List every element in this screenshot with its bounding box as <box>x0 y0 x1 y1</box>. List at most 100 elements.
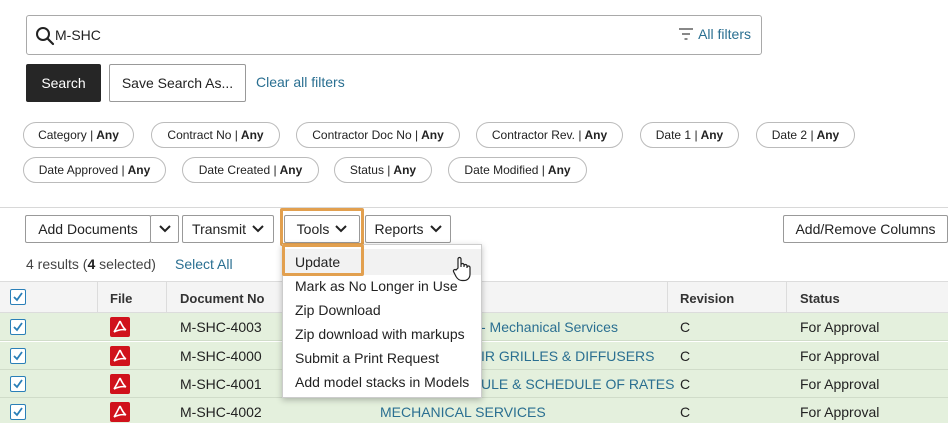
chip-value: Any <box>240 128 264 142</box>
checkbox-checked-icon <box>13 292 23 302</box>
section-divider <box>0 207 948 208</box>
chip-label: Contractor Rev. | <box>491 128 582 142</box>
chip-label: Contract No | <box>167 128 238 142</box>
row-checkbox[interactable] <box>10 376 26 392</box>
column-separator <box>786 282 787 314</box>
chip-label: Date Modified | <box>464 163 545 177</box>
chip-status[interactable]: Status | Any <box>334 157 432 183</box>
checkbox-checked-icon <box>13 407 23 417</box>
document-title-link[interactable]: MECHANICAL SERVICES <box>380 404 546 420</box>
row-checkbox[interactable] <box>10 348 26 364</box>
table-row[interactable]: M-SHC-4002 MECHANICAL SERVICES C For App… <box>0 398 948 423</box>
column-header-revision[interactable]: Revision <box>680 291 734 306</box>
column-separator <box>667 282 668 314</box>
menu-item-mark-no-longer-in-use[interactable]: Mark as No Longer in Use <box>295 278 458 294</box>
row-checkbox[interactable] <box>10 404 26 420</box>
chip-date-created[interactable]: Date Created | Any <box>182 157 319 183</box>
search-icon <box>36 27 55 46</box>
chip-category[interactable]: Category | Any <box>23 122 134 148</box>
status-cell: For Approval <box>800 319 880 335</box>
chip-contract-no[interactable]: Contract No | Any <box>151 122 280 148</box>
update-highlight <box>282 244 364 276</box>
clear-all-filters-link[interactable]: Clear all filters <box>256 74 345 90</box>
chip-date-1[interactable]: Date 1 | Any <box>640 122 739 148</box>
document-no-cell: M-SHC-4001 <box>180 376 262 392</box>
chip-value: Any <box>816 128 840 142</box>
document-title-link[interactable]: ULE & SCHEDULE OF RATES <box>481 376 674 392</box>
column-header-status[interactable]: Status <box>800 291 840 306</box>
pdf-icon[interactable] <box>110 317 130 337</box>
select-all-link[interactable]: Select All <box>175 256 233 272</box>
document-no-cell: M-SHC-4003 <box>180 319 262 335</box>
chip-label: Date 2 | <box>771 128 814 142</box>
column-header-document-no[interactable]: Document No <box>180 291 265 306</box>
pdf-icon[interactable] <box>110 346 130 366</box>
save-search-button[interactable]: Save Search As... <box>109 64 246 102</box>
filter-icon <box>679 28 694 40</box>
column-header-file[interactable]: File <box>110 291 132 306</box>
chip-label: Status | <box>349 163 391 177</box>
chip-label: Date Approved | <box>38 163 125 177</box>
chip-value: Any <box>279 163 303 177</box>
menu-item-add-model-stacks[interactable]: Add model stacks in Models <box>295 374 469 390</box>
chevron-down-icon <box>158 225 171 233</box>
add-remove-columns-button[interactable]: Add/Remove Columns <box>783 215 948 243</box>
chip-date-2[interactable]: Date 2 | Any <box>756 122 855 148</box>
chip-value: Any <box>127 163 151 177</box>
chip-value: Any <box>421 128 444 142</box>
document-title-link[interactable]: IR GRILLES & DIFFUSERS <box>481 348 654 364</box>
add-remove-columns-label: Add/Remove Columns <box>795 221 936 237</box>
checkbox-checked-icon <box>13 351 23 361</box>
row-checkbox[interactable] <box>10 319 26 335</box>
chip-value: Any <box>700 128 724 142</box>
hand-cursor-icon <box>452 256 471 282</box>
all-filters-button[interactable]: All filters <box>678 26 751 42</box>
add-documents-label: Add Documents <box>38 221 138 237</box>
transmit-label: Transmit <box>192 221 246 237</box>
pdf-icon[interactable] <box>110 374 130 394</box>
column-separator <box>166 282 167 314</box>
checkbox-checked-icon <box>13 322 23 332</box>
document-no-cell: M-SHC-4000 <box>180 348 262 364</box>
chip-label: Contractor Doc No | <box>312 128 419 142</box>
revision-cell: C <box>680 319 691 335</box>
revision-cell: C <box>680 376 691 392</box>
document-no-cell: M-SHC-4002 <box>180 404 262 420</box>
transmit-button[interactable]: Transmit <box>182 215 274 243</box>
revision-cell: C <box>680 348 691 364</box>
status-cell: For Approval <box>800 376 880 392</box>
status-cell: For Approval <box>800 404 880 420</box>
chip-date-approved[interactable]: Date Approved | Any <box>23 157 166 183</box>
pdf-icon[interactable] <box>110 402 130 422</box>
search-button[interactable]: Search <box>26 64 101 102</box>
search-input[interactable]: M-SHC All filters <box>26 15 762 55</box>
chip-contractor-doc-no[interactable]: Contractor Doc No | Any <box>296 122 460 148</box>
results-prefix: 4 results ( <box>26 256 88 272</box>
results-suffix: selected) <box>95 256 156 272</box>
reports-label: Reports <box>374 221 424 237</box>
tools-highlight <box>280 208 364 246</box>
chevron-down-icon <box>252 225 264 233</box>
column-separator <box>97 282 98 314</box>
chevron-down-icon <box>429 225 442 233</box>
menu-item-submit-print-request[interactable]: Submit a Print Request <box>295 350 439 366</box>
add-documents-button[interactable]: Add Documents <box>25 215 151 243</box>
menu-item-zip-download-markups[interactable]: Zip download with markups <box>295 326 465 342</box>
chip-contractor-rev[interactable]: Contractor Rev. | Any <box>476 122 623 148</box>
chip-value: Any <box>96 128 119 142</box>
select-all-checkbox[interactable] <box>10 289 26 305</box>
chip-value: Any <box>393 163 417 177</box>
checkbox-checked-icon <box>13 379 23 389</box>
chip-date-modified[interactable]: Date Modified | Any <box>448 157 587 183</box>
search-query-text: M-SHC <box>55 27 101 43</box>
menu-item-zip-download[interactable]: Zip Download <box>295 302 381 318</box>
add-documents-dropdown-button[interactable] <box>150 215 179 243</box>
chip-value: Any <box>547 163 571 177</box>
status-cell: For Approval <box>800 348 880 364</box>
reports-button[interactable]: Reports <box>365 215 451 243</box>
chip-label: Category | <box>38 128 94 142</box>
chip-value: Any <box>584 128 608 142</box>
results-count: 4 results (4 selected) <box>26 256 156 272</box>
all-filters-label: All filters <box>698 26 751 42</box>
document-title-link[interactable]: - Mechanical Services <box>481 319 618 335</box>
